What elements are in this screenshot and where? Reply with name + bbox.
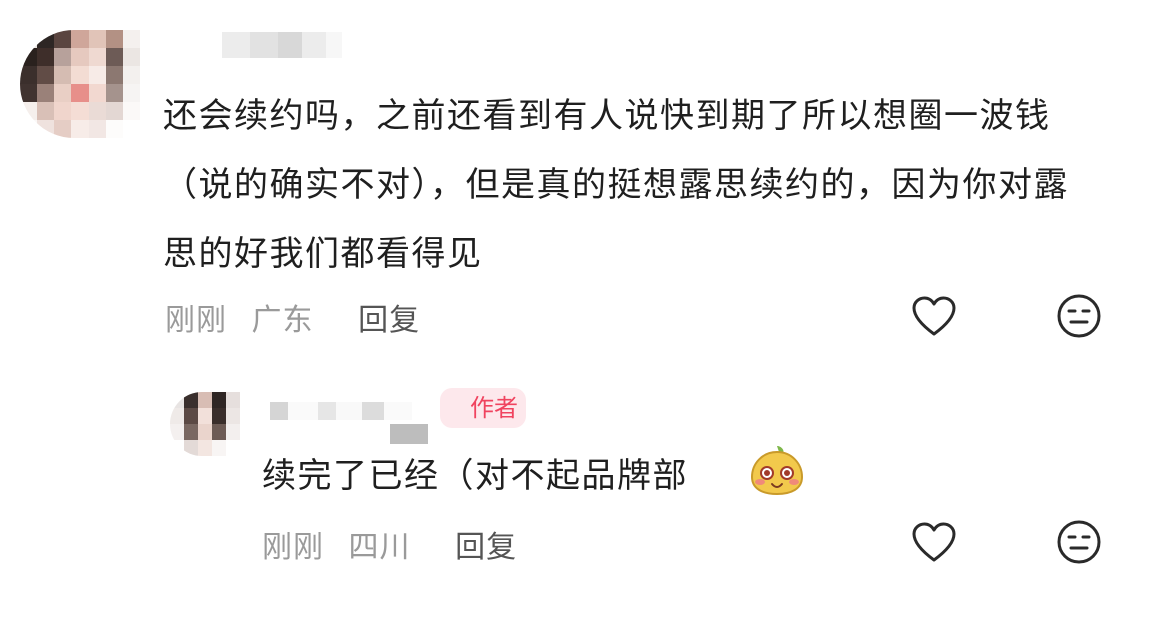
- comment-meta: 刚刚 广东 回复: [165, 295, 420, 339]
- author-badge: 作者: [440, 388, 526, 428]
- comment-location: 广东: [251, 303, 314, 338]
- username-blurred-part: [390, 424, 428, 444]
- heart-icon[interactable]: [911, 295, 957, 341]
- meh-face-icon[interactable]: [1056, 293, 1102, 343]
- username-blurred[interactable]: [270, 402, 412, 420]
- comment-body: 还会续约吗，之前还看到有人说快到期了所以想圈一波钱（说的确实不对），但是真的挺想…: [163, 96, 1069, 274]
- username-blurred[interactable]: [222, 32, 342, 58]
- comment-time: 刚刚: [262, 530, 324, 565]
- comment-time: 刚刚: [165, 303, 227, 338]
- reply-button[interactable]: 回复: [358, 295, 420, 339]
- meh-face-icon[interactable]: [1056, 519, 1102, 569]
- comment-body: 续完了已经（对不起品牌部: [262, 456, 688, 496]
- fruit-blush-emoji: [748, 444, 806, 500]
- avatar[interactable]: [20, 30, 140, 138]
- comment-meta: 刚刚 四川 回复: [262, 522, 517, 566]
- reply-button[interactable]: 回复: [455, 522, 517, 566]
- comment-location: 四川: [348, 530, 411, 565]
- heart-icon[interactable]: [911, 521, 957, 567]
- avatar[interactable]: [170, 392, 240, 456]
